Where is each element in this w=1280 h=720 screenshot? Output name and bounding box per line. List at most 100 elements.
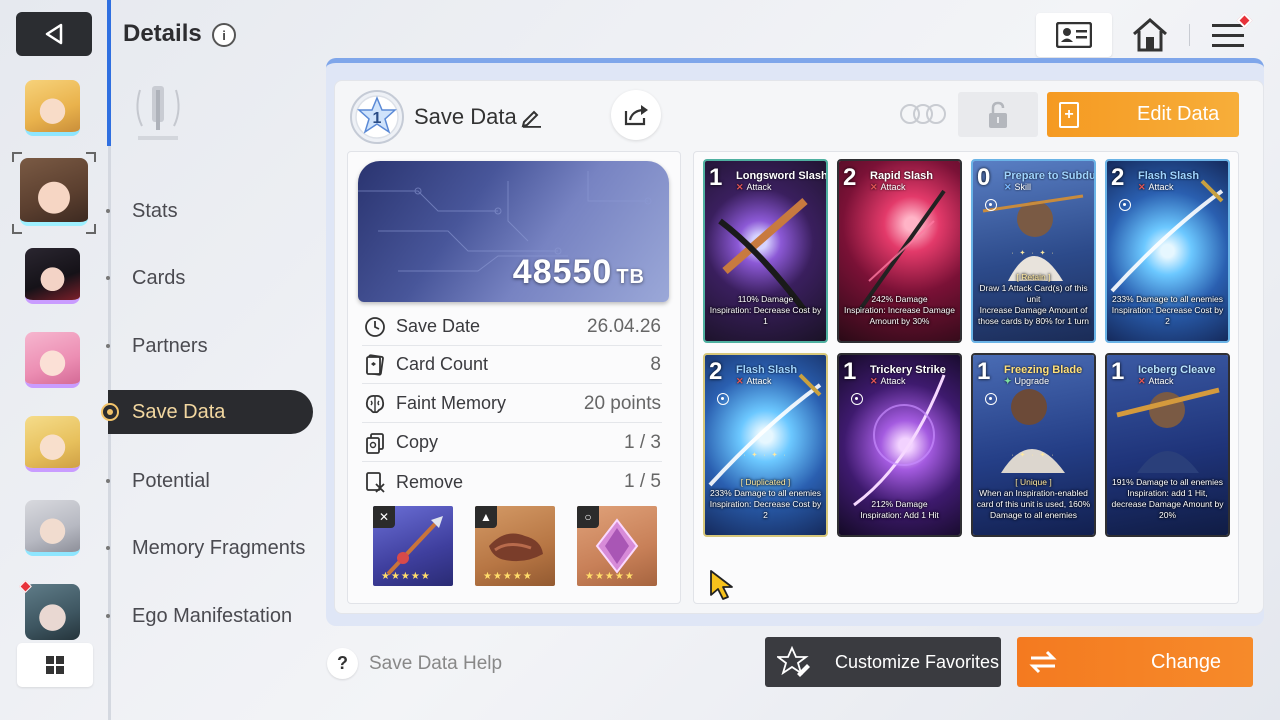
equipment-weapon[interactable]: ✕ ★★★★★ bbox=[373, 506, 453, 586]
card-sparkle: · ✦ · ✦ · bbox=[1011, 452, 1056, 459]
change-label: Change bbox=[1151, 650, 1222, 673]
card-sparkle: · ✦ · ✦ · bbox=[743, 452, 788, 459]
nav-item-stats[interactable]: Stats bbox=[132, 200, 178, 223]
card-type: ✕ Attack bbox=[870, 182, 906, 192]
character-portrait[interactable] bbox=[25, 500, 80, 556]
remove-icon bbox=[366, 472, 385, 493]
nav-item-save-data[interactable]: Save Data bbox=[108, 390, 313, 434]
capacity-value: 48550 bbox=[512, 253, 613, 291]
character-portrait[interactable] bbox=[25, 584, 80, 640]
character-portrait-selected[interactable] bbox=[20, 158, 88, 226]
grid-view-button[interactable] bbox=[17, 643, 93, 687]
nav-item-potential[interactable]: Potential bbox=[132, 470, 210, 493]
help-icon[interactable]: ? bbox=[327, 648, 358, 679]
equipment-ring[interactable]: ○ ★★★★★ bbox=[577, 506, 657, 586]
card-description: 242% Damage Inspiration: Increase Damage… bbox=[843, 294, 956, 326]
home-button[interactable] bbox=[1128, 15, 1172, 55]
save-data-card: 48550 TB bbox=[358, 161, 669, 302]
row-label: Save Date bbox=[396, 316, 481, 336]
info-row-remove: Remove 1 / 5 bbox=[362, 463, 662, 501]
card-description: 233% Damage to all enemies Inspiration: … bbox=[1111, 294, 1224, 326]
card-type: ✕ Attack bbox=[1138, 182, 1174, 192]
card-cost: 2 bbox=[709, 358, 723, 385]
card-count-icon bbox=[366, 353, 384, 376]
edit-name-icon[interactable] bbox=[520, 106, 542, 128]
home-icon bbox=[1133, 18, 1167, 52]
save-data-help-link[interactable]: Save Data Help bbox=[369, 653, 502, 675]
card-description: 110% Damage Inspiration: Decrease Cost b… bbox=[709, 294, 822, 326]
weapon-slot-icon: ✕ bbox=[373, 506, 395, 528]
character-avatar bbox=[25, 416, 80, 468]
card-longsword-slash[interactable]: 1 Longsword Slash ✕ Attack 110% Damage In… bbox=[703, 159, 828, 343]
nav-item-cards[interactable]: Cards bbox=[132, 267, 185, 290]
card-type: ✕ Attack bbox=[736, 182, 772, 192]
change-button[interactable]: Change bbox=[1017, 637, 1253, 687]
card-description: [ Duplicated ] 233% Damage to all enemies… bbox=[709, 477, 822, 520]
nav-item-partners[interactable]: Partners bbox=[132, 335, 208, 358]
character-portrait[interactable] bbox=[25, 80, 80, 136]
unlock-icon bbox=[989, 101, 1007, 128]
card-cost: 1 bbox=[709, 164, 723, 191]
card-type: ✕ Skill bbox=[1004, 182, 1032, 192]
card-rapid-slash[interactable]: 2 Rapid Slash ✕ Attack 242% Damage Inspir… bbox=[837, 159, 962, 343]
nav-bullet bbox=[106, 276, 110, 280]
edit-data-button[interactable]: + Edit Data bbox=[1047, 92, 1239, 137]
mouse-cursor-icon bbox=[710, 570, 733, 600]
card-iceberg-cleave[interactable]: 1 Iceberg Cleave ✕ Attack 191% Damage to … bbox=[1105, 353, 1230, 537]
back-button[interactable] bbox=[16, 12, 92, 56]
card-type: ✕ Attack bbox=[1138, 376, 1174, 386]
card-flash-slash-duplicate[interactable]: 2 Flash Slash ✕ Attack · ✦ · ✦ · [ Duplic… bbox=[703, 353, 828, 537]
info-row-copy: Copy 1 / 3 bbox=[362, 424, 662, 462]
character-portrait[interactable] bbox=[25, 248, 80, 304]
card-name: Trickery Strike bbox=[870, 364, 946, 376]
card-name: Rapid Slash bbox=[870, 170, 933, 182]
crosshair-icon bbox=[717, 393, 729, 405]
character-avatar bbox=[25, 80, 80, 132]
crosshair-icon bbox=[851, 393, 863, 405]
share-button[interactable] bbox=[611, 90, 661, 140]
card-description: [ Retain ] Draw 1 Attack Card(s) of this … bbox=[977, 272, 1090, 326]
character-portrait[interactable] bbox=[25, 332, 80, 388]
copy-icon bbox=[366, 432, 384, 454]
page-title: Details bbox=[123, 20, 202, 47]
star-edit-icon bbox=[777, 646, 810, 677]
card-trickery-strike[interactable]: 1 Trickery Strike ✕ Attack 212% Damage In… bbox=[837, 353, 962, 537]
card-name: Flash Slash bbox=[1138, 170, 1200, 182]
row-label: Faint Memory bbox=[396, 393, 507, 413]
crosshair-icon bbox=[985, 199, 997, 211]
capacity-unit: TB bbox=[616, 266, 645, 288]
customize-favorites-button[interactable]: Customize Favorites bbox=[765, 637, 1001, 687]
id-card-icon bbox=[1056, 22, 1092, 48]
card-name: Iceberg Cleave bbox=[1138, 364, 1216, 376]
share-icon bbox=[624, 105, 648, 126]
toolbar-divider bbox=[1189, 24, 1190, 46]
card-flash-slash[interactable]: 2 Flash Slash ✕ Attack 233% Damage to all… bbox=[1105, 159, 1230, 343]
card-description: [ Unique ] When an Inspiration-enabled ca… bbox=[976, 477, 1091, 520]
info-icon[interactable]: i bbox=[212, 23, 236, 47]
nav-bullet bbox=[106, 209, 110, 213]
row-label: Remove bbox=[396, 471, 464, 492]
active-indicator-icon bbox=[101, 403, 119, 421]
rank-star-badge: 1 bbox=[350, 90, 404, 144]
card-cost: 0 bbox=[977, 164, 991, 191]
equipment-armor[interactable]: ▲ ★★★★★ bbox=[475, 506, 555, 586]
nav-item-memory-fragments[interactable]: Memory Fragments bbox=[132, 537, 305, 560]
profile-card-button[interactable] bbox=[1036, 13, 1112, 57]
info-row-card-count: Card Count 8 bbox=[362, 346, 662, 384]
card-cost: 1 bbox=[977, 358, 991, 385]
card-type: ✕ Attack bbox=[736, 376, 772, 386]
info-row-save-date: Save Date 26.04.26 bbox=[362, 308, 662, 346]
card-prepare-to-subdue[interactable]: 0 Prepare to Subdue ✕ Skill · ✦ · ✦ · [ R… bbox=[971, 159, 1096, 343]
row-value: 20 points bbox=[583, 392, 661, 414]
lock-button[interactable] bbox=[958, 92, 1038, 137]
card-cost: 2 bbox=[1111, 164, 1125, 191]
crest-icon bbox=[136, 86, 180, 140]
link-rings-icon bbox=[900, 104, 946, 124]
card-description: 212% Damage Inspiration: Add 1 Hit bbox=[860, 499, 939, 520]
nav-bullet bbox=[106, 479, 110, 483]
card-freezing-blade[interactable]: 1 Freezing Blade ✦ Upgrade · ✦ · ✦ · [ Un… bbox=[971, 353, 1096, 537]
character-portrait[interactable] bbox=[25, 416, 80, 472]
row-value: 8 bbox=[650, 353, 661, 375]
nav-bullet bbox=[106, 614, 110, 618]
nav-item-ego-manifestation[interactable]: Ego Manifestation bbox=[132, 605, 292, 628]
